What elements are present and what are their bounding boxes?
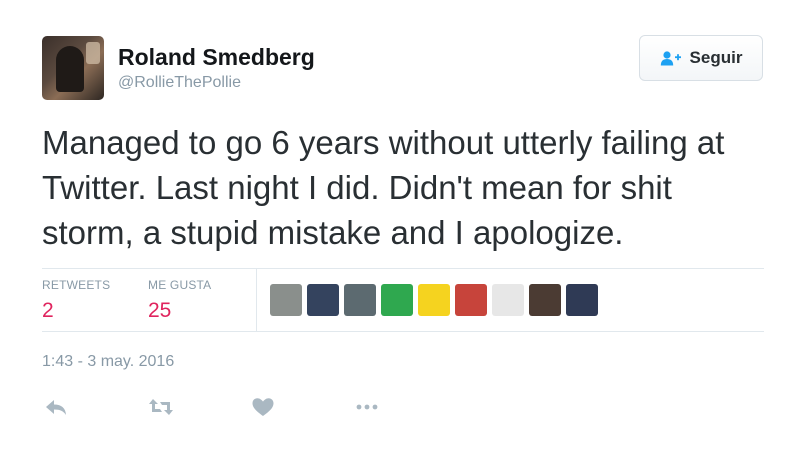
follow-label: Seguir (689, 48, 743, 67)
more-icon (356, 404, 378, 410)
avatar-figure (56, 46, 84, 92)
like-icon (252, 398, 274, 416)
liker-avatar[interactable] (270, 284, 302, 316)
liker-avatar[interactable] (529, 284, 561, 316)
liker-avatar[interactable] (566, 284, 598, 316)
likers-avatars (270, 284, 598, 316)
retweet-button[interactable] (148, 396, 174, 418)
liker-avatar[interactable] (455, 284, 487, 316)
author-handle[interactable]: @RollieThePollie (118, 74, 241, 92)
liker-avatar[interactable] (381, 284, 413, 316)
retweets-stat[interactable]: RETWEETS 2 (42, 278, 110, 323)
avatar[interactable] (42, 36, 104, 100)
stats-divider-top (42, 268, 764, 269)
stats-divider-bottom (42, 331, 764, 332)
like-button[interactable] (250, 396, 276, 418)
liker-avatar[interactable] (344, 284, 376, 316)
likes-stat[interactable]: ME GUSTA 25 (148, 278, 211, 323)
author-name[interactable]: Roland Smedberg (118, 44, 315, 71)
liker-avatar[interactable] (492, 284, 524, 316)
follow-button[interactable]: Seguir (639, 35, 763, 81)
liker-avatar[interactable] (307, 284, 339, 316)
retweets-label: RETWEETS (42, 278, 111, 292)
reply-button[interactable] (44, 396, 70, 418)
reply-icon (46, 400, 66, 415)
tweet-text: Managed to go 6 years without utterly fa… (42, 124, 725, 251)
more-button[interactable] (354, 396, 380, 418)
liker-avatar[interactable] (418, 284, 450, 316)
likes-count: 25 (148, 299, 172, 322)
retweet-icon (149, 399, 173, 415)
add-user-icon (660, 51, 681, 66)
tweet-timestamp[interactable]: 1:43 - 3 may. 2016 (42, 353, 174, 371)
avatar-highlight (86, 42, 100, 64)
stats-separator (256, 268, 257, 331)
likes-label: ME GUSTA (148, 278, 212, 292)
retweets-count: 2 (42, 299, 54, 322)
